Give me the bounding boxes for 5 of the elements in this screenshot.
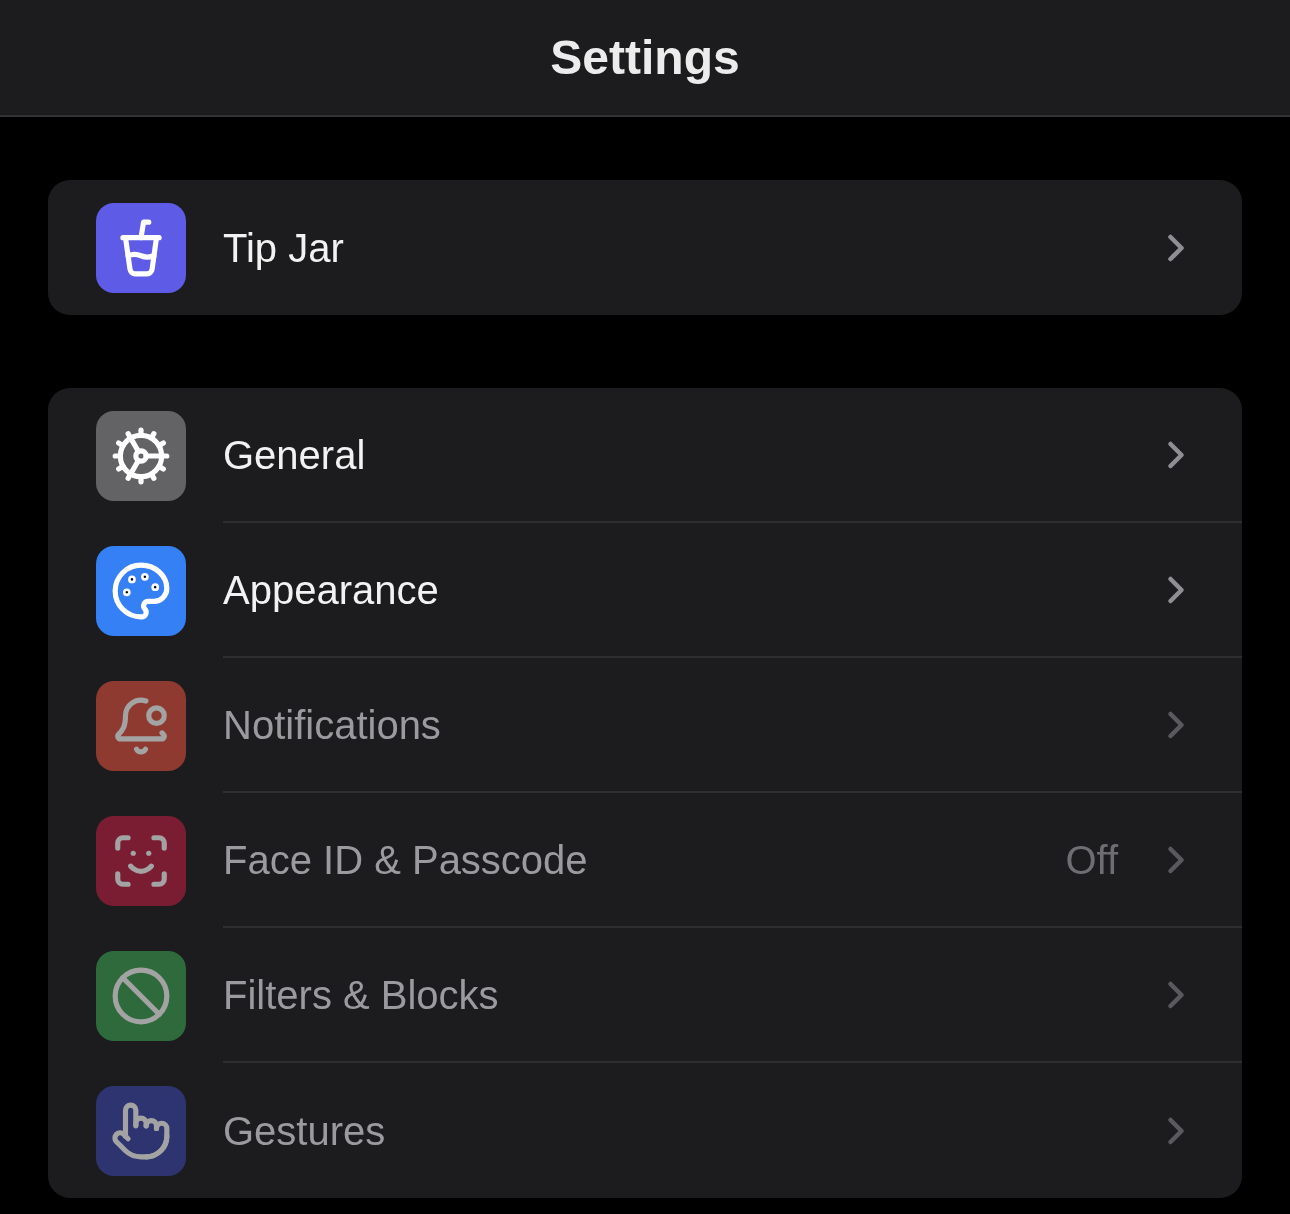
row-label[interactable]: Tip Jar <box>223 227 344 268</box>
row-label[interactable]: Appearance <box>223 569 439 610</box>
row-label[interactable]: General <box>223 434 366 475</box>
page-title: Settings <box>550 29 740 86</box>
row-value: Off <box>1065 839 1118 880</box>
